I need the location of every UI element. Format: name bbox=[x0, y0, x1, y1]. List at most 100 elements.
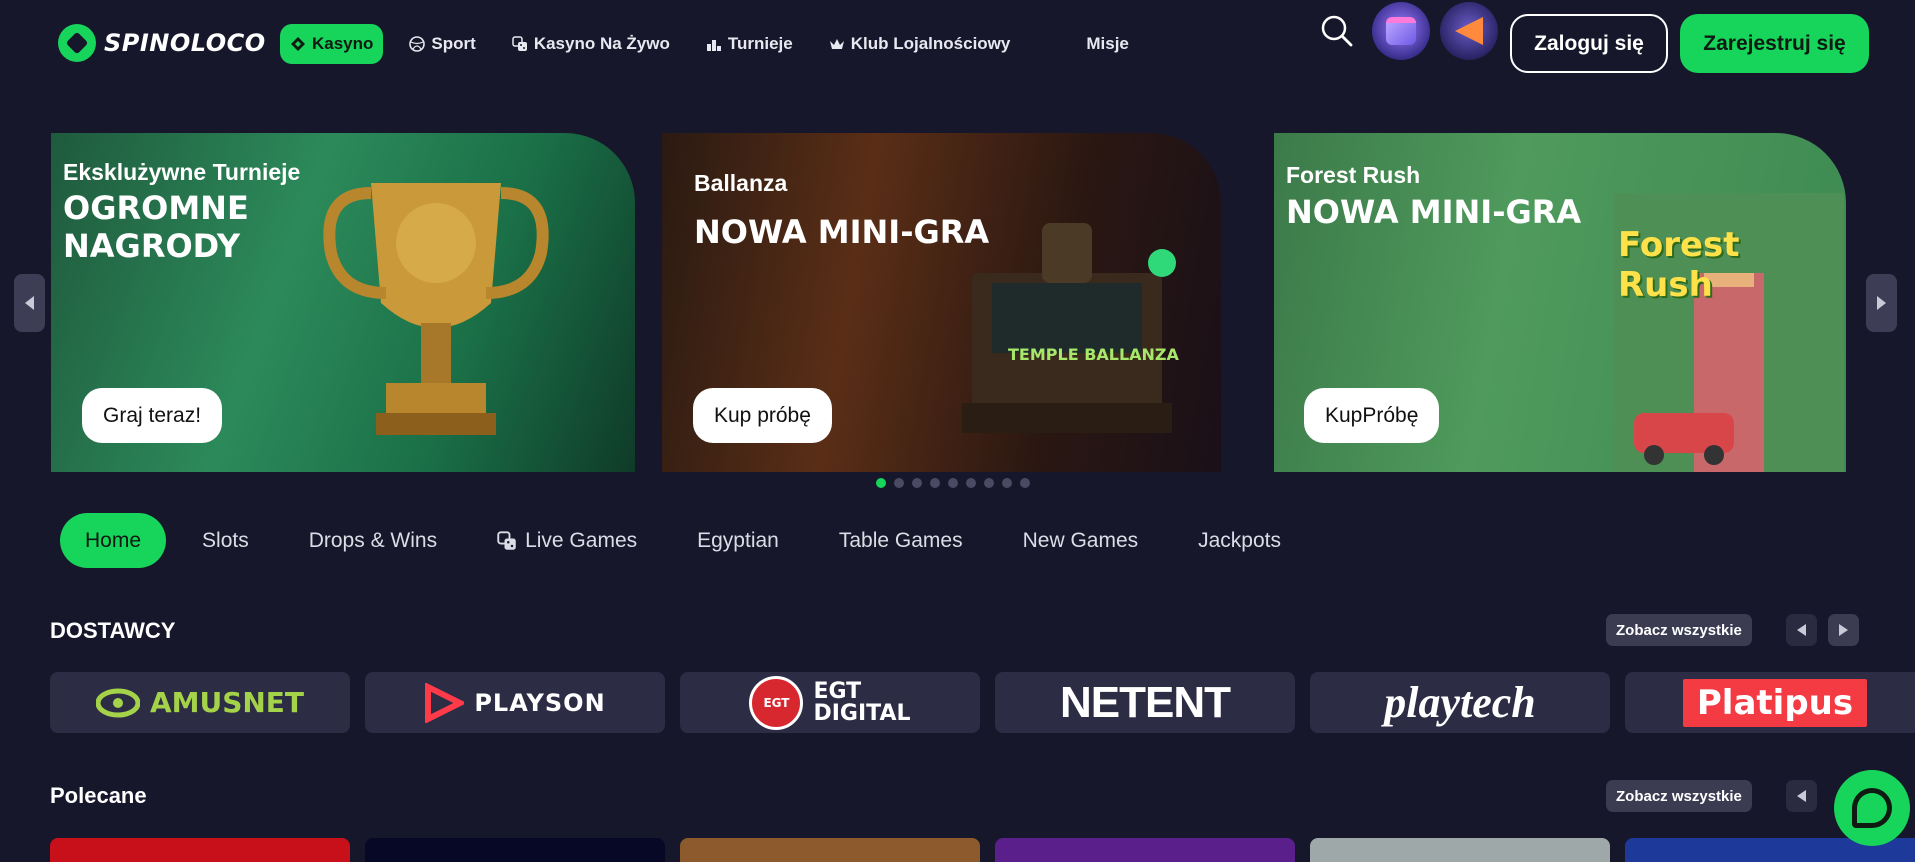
featured-prev-button[interactable] bbox=[1786, 780, 1817, 812]
game-tile[interactable] bbox=[365, 838, 665, 862]
main-nav: Kasyno Sport Kasyno Na Żywo Turnieje Klu… bbox=[280, 24, 1155, 64]
provider-platipus[interactable]: Platipus bbox=[1625, 672, 1915, 733]
tab-live-games[interactable]: Live Games bbox=[467, 513, 667, 568]
nav-item-label: Sport bbox=[431, 34, 476, 53]
nav-item-label: Turnieje bbox=[727, 34, 793, 53]
egt-logo-icon: EGT bbox=[749, 675, 804, 730]
trophy-icon bbox=[323, 183, 549, 435]
banner-tournaments[interactable]: Eksklużywne Turnieje OGROMNE NAGRODY Gra… bbox=[51, 133, 635, 472]
provider-playtech[interactable]: playtech bbox=[1310, 672, 1610, 733]
egt-line1: EGT bbox=[813, 678, 862, 704]
chat-button[interactable] bbox=[1834, 770, 1910, 846]
carousel-dot[interactable] bbox=[912, 478, 922, 488]
tab-slots[interactable]: Slots bbox=[166, 513, 279, 568]
search-button[interactable] bbox=[1320, 14, 1354, 48]
podium-icon bbox=[706, 40, 721, 51]
featured-title: Polecane bbox=[50, 783, 147, 808]
crown-icon bbox=[829, 39, 844, 49]
provider-name: Platipus bbox=[1682, 678, 1868, 727]
game-tile[interactable] bbox=[995, 838, 1295, 862]
provider-netent[interactable]: NETENT bbox=[995, 672, 1295, 733]
providers-list: AMUSNET PLAYSON EGT EGT DIGITAL NETENT p… bbox=[50, 672, 1915, 733]
chevron-right-icon bbox=[1839, 624, 1848, 636]
banner-title: NOWA MINI-GRA bbox=[694, 213, 990, 251]
game-tile[interactable] bbox=[1310, 838, 1610, 862]
tab-jackpots[interactable]: Jackpots bbox=[1168, 513, 1311, 568]
chevron-left-icon bbox=[1797, 624, 1806, 636]
provider-name: EGT DIGITAL bbox=[813, 678, 911, 726]
provider-name: playtech bbox=[1384, 678, 1536, 727]
providers-next-button[interactable] bbox=[1828, 614, 1859, 646]
search-icon bbox=[1321, 15, 1353, 47]
site-header: SPINOLOCO Kasyno Sport Kasyno Na Żywo Tu… bbox=[0, 0, 1915, 88]
provider-playson[interactable]: PLAYSON bbox=[365, 672, 665, 733]
carousel-dot[interactable] bbox=[984, 478, 994, 488]
provider-egt-digital[interactable]: EGT EGT DIGITAL bbox=[680, 672, 980, 733]
nav-item-label: Kasyno Na Żywo bbox=[533, 34, 670, 53]
carousel-dot[interactable] bbox=[876, 478, 886, 488]
art-text: TEMPLE BALLANZA bbox=[1008, 345, 1179, 364]
providers-prev-button[interactable] bbox=[1786, 614, 1817, 646]
gift-icon[interactable] bbox=[1372, 2, 1430, 60]
nav-item-loyalty-club[interactable]: Klub Lojalnościowy bbox=[819, 24, 1021, 64]
chevron-right-icon bbox=[1877, 296, 1886, 310]
carousel-next-button[interactable] bbox=[1866, 274, 1897, 332]
featured-games-list bbox=[50, 838, 1915, 862]
buy-trial-button[interactable]: KupPróbę bbox=[1304, 388, 1440, 443]
tab-egyptian[interactable]: Egyptian bbox=[667, 513, 809, 568]
providers-see-all-button[interactable]: Zobacz wszystkie bbox=[1606, 614, 1752, 646]
nav-item-live-casino[interactable]: Kasyno Na Żywo bbox=[502, 24, 680, 64]
banner-title: NOWA MINI-GRA bbox=[1286, 193, 1582, 231]
chevron-left-icon bbox=[1797, 790, 1806, 802]
carousel-dot[interactable] bbox=[894, 478, 904, 488]
banner-subtitle: Eksklużywne Turnieje bbox=[63, 159, 301, 185]
nav-item-kasyno[interactable]: Kasyno bbox=[280, 24, 384, 64]
category-tabs: Home Slots Drops & Wins Live Games Egypt… bbox=[60, 513, 1311, 568]
banner-forest-rush[interactable]: Forest Rush Forest Rush NOWA MINI-GRA Ku… bbox=[1274, 133, 1846, 472]
carousel-dot[interactable] bbox=[930, 478, 940, 488]
logo-icon bbox=[58, 24, 96, 62]
carousel-dot[interactable] bbox=[948, 478, 958, 488]
megaphone-icon[interactable] bbox=[1440, 2, 1498, 60]
login-button[interactable]: Zaloguj się bbox=[1510, 14, 1668, 73]
dice-icon bbox=[497, 530, 516, 550]
ball-icon bbox=[409, 36, 426, 52]
tab-table-games[interactable]: Table Games bbox=[809, 513, 993, 568]
nav-item-missions[interactable]: Misje bbox=[1076, 24, 1139, 64]
diamond-icon bbox=[291, 37, 305, 51]
logo[interactable]: SPINOLOCO bbox=[58, 24, 266, 62]
banner-title: OGROMNE NAGRODY bbox=[63, 189, 249, 265]
carousel-prev-button[interactable] bbox=[14, 274, 45, 332]
tab-home[interactable]: Home bbox=[60, 513, 167, 568]
provider-amusnet[interactable]: AMUSNET bbox=[50, 672, 350, 733]
register-button[interactable]: Zarejestruj się bbox=[1680, 14, 1869, 73]
nav-item-label: Kasyno bbox=[312, 34, 374, 53]
banner-subtitle: Forest Rush bbox=[1286, 162, 1421, 188]
amusnet-logo-icon bbox=[95, 688, 140, 717]
dice-icon bbox=[512, 36, 527, 51]
carousel-dot[interactable] bbox=[1002, 478, 1012, 488]
egt-badge-text: EGT bbox=[763, 695, 790, 710]
buy-trial-button[interactable]: Kup próbę bbox=[693, 388, 832, 443]
play-now-button[interactable]: Graj teraz! bbox=[82, 388, 223, 443]
game-tile[interactable] bbox=[680, 838, 980, 862]
game-tile[interactable] bbox=[50, 838, 350, 862]
tab-drops-wins[interactable]: Drops & Wins bbox=[279, 513, 467, 568]
egt-line2: DIGITAL bbox=[813, 700, 911, 726]
nav-item-label: Klub Lojalnościowy bbox=[850, 34, 1011, 53]
featured-see-all-button[interactable]: Zobacz wszystkie bbox=[1606, 780, 1752, 812]
providers-title: DOSTAWCY bbox=[50, 618, 176, 643]
tab-new-games[interactable]: New Games bbox=[993, 513, 1169, 568]
provider-name: PLAYSON bbox=[474, 688, 606, 717]
nav-item-sport[interactable]: Sport bbox=[399, 24, 485, 64]
tab-label: Live Games bbox=[525, 528, 638, 552]
temple-illustration bbox=[962, 223, 1176, 433]
chat-bubble-icon bbox=[1852, 788, 1892, 828]
carousel-dot[interactable] bbox=[966, 478, 976, 488]
nav-item-label: Misje bbox=[1086, 34, 1129, 53]
nav-item-tournaments[interactable]: Turnieje bbox=[696, 24, 803, 64]
carousel-dot[interactable] bbox=[1020, 478, 1030, 488]
banner-ballanza[interactable]: TEMPLE BALLANZA Ballanza NOWA MINI-GRA K… bbox=[662, 133, 1221, 472]
chevron-left-icon bbox=[25, 296, 34, 310]
banner-subtitle: Ballanza bbox=[694, 170, 788, 196]
